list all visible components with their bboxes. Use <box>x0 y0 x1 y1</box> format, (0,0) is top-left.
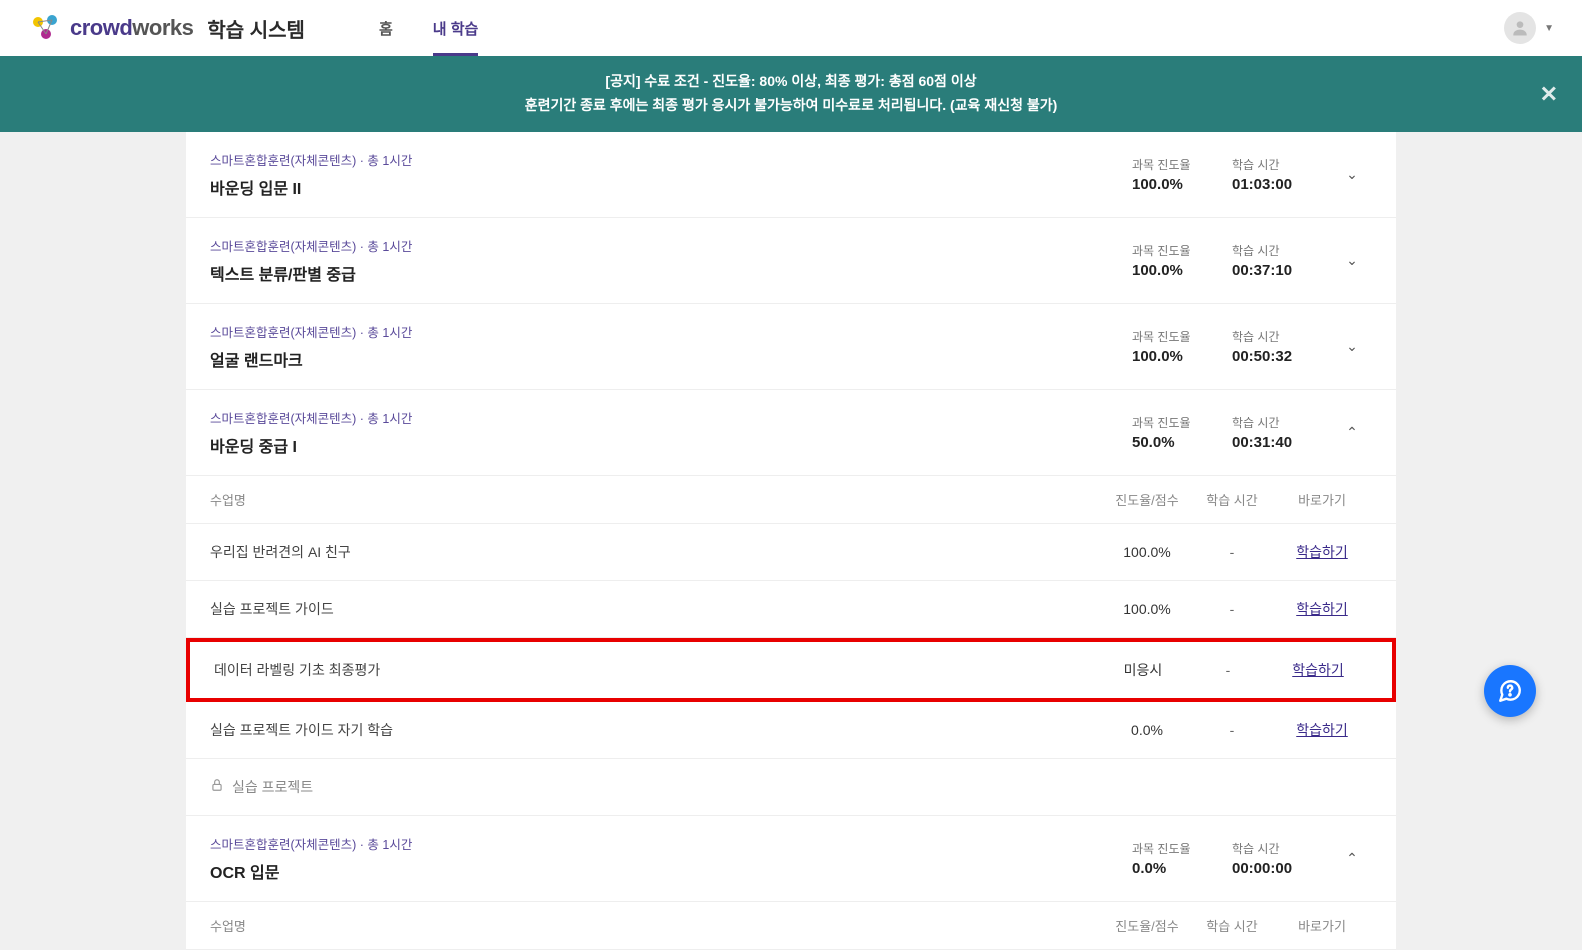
learn-link[interactable]: 학습하기 <box>1292 662 1344 678</box>
lesson-progress: 미응시 <box>1098 660 1188 680</box>
notice-banner: [공지] 수료 조건 - 진도율: 80% 이상, 최종 평가: 총점 60점 … <box>0 56 1582 132</box>
nav-home[interactable]: 홈 <box>379 0 393 56</box>
main-content: 스마트혼합훈련(자체콘텐츠) · 총 1시간 바운딩 입문 II 과목 진도율 1… <box>186 132 1396 950</box>
lesson-progress: 0.0% <box>1102 722 1192 738</box>
col-name: 수업명 <box>210 490 1102 509</box>
course-row[interactable]: 스마트혼합훈련(자체콘텐츠) · 총 1시간 바운딩 입문 II 과목 진도율 1… <box>186 132 1396 218</box>
col-link: 바로가기 <box>1272 490 1372 509</box>
lock-icon <box>210 778 224 795</box>
banner-line1: [공지] 수료 조건 - 진도율: 80% 이상, 최종 평가: 총점 60점 … <box>20 70 1562 94</box>
lesson-name: 실습 프로젝트 가이드 자기 학습 <box>210 720 1102 740</box>
course-row[interactable]: 스마트혼합훈련(자체콘텐츠) · 총 1시간 OCR 입문 과목 진도율0.0%… <box>186 816 1396 902</box>
course-row[interactable]: 스마트혼합훈련(자체콘텐츠) · 총 1시간 얼굴 랜드마크 과목 진도율100… <box>186 304 1396 390</box>
avatar-icon <box>1504 12 1536 44</box>
course-category: 스마트혼합훈련(자체콘텐츠) · 총 1시간 <box>210 150 1132 169</box>
progress-label: 과목 진도율 <box>1132 156 1202 173</box>
learn-link[interactable]: 학습하기 <box>1296 601 1348 617</box>
lesson-time: - <box>1192 601 1272 617</box>
col-progress: 진도율/점수 <box>1102 490 1192 509</box>
lesson-time: - <box>1188 662 1268 678</box>
sub-header: 수업명 진도율/점수 학습 시간 바로가기 <box>186 476 1396 524</box>
time-label: 학습 시간 <box>1232 156 1302 173</box>
learn-link[interactable]: 학습하기 <box>1296 544 1348 560</box>
course-title: 얼굴 랜드마크 <box>210 347 1132 371</box>
course-title: 바운딩 입문 II <box>210 175 1132 199</box>
lesson-progress: 100.0% <box>1102 544 1192 560</box>
course-title: 바운딩 중급 I <box>210 433 1132 457</box>
lesson-time: - <box>1192 722 1272 738</box>
lesson-row: 실습 프로젝트 가이드 자기 학습 0.0% - 학습하기 <box>186 702 1396 759</box>
chevron-up-icon[interactable]: ⌃ <box>1332 424 1372 441</box>
banner-line2: 훈련기간 종료 후에는 최종 평가 응시가 불가능하여 미수료로 처리됩니다. … <box>20 94 1562 118</box>
course-category: 스마트혼합훈련(자체콘텐츠) · 총 1시간 <box>210 408 1132 427</box>
lesson-row: 실습 프로젝트 가이드 100.0% - 학습하기 <box>186 581 1396 638</box>
locked-label: 실습 프로젝트 <box>232 777 313 797</box>
time-value: 01:03:00 <box>1232 176 1302 193</box>
chevron-down-icon[interactable]: ⌄ <box>1332 338 1372 355</box>
lesson-name: 데이터 라벨링 기초 최종평가 <box>214 660 1098 680</box>
learn-link[interactable]: 학습하기 <box>1296 722 1348 738</box>
course-title: 텍스트 분류/판별 중급 <box>210 261 1132 285</box>
course-row[interactable]: 스마트혼합훈련(자체콘텐츠) · 총 1시간 바운딩 중급 I 과목 진도율50… <box>186 390 1396 476</box>
course-category: 스마트혼합훈련(자체콘텐츠) · 총 1시간 <box>210 236 1132 255</box>
col-time: 학습 시간 <box>1192 490 1272 509</box>
caret-down-icon: ▼ <box>1544 23 1554 34</box>
user-menu[interactable]: ▼ <box>1504 12 1554 44</box>
lesson-name: 우리집 반려견의 AI 친구 <box>210 542 1102 562</box>
nav-my-learning[interactable]: 내 학습 <box>433 0 479 56</box>
brand-logo[interactable]: crowdworks 학습 시스템 <box>28 10 305 46</box>
course-category: 스마트혼합훈련(자체콘텐츠) · 총 1시간 <box>210 834 1132 853</box>
course-title: OCR 입문 <box>210 859 1132 883</box>
brand-suffix: 학습 시스템 <box>207 14 305 43</box>
course-category: 스마트혼합훈련(자체콘텐츠) · 총 1시간 <box>210 322 1132 341</box>
lesson-progress: 100.0% <box>1102 601 1192 617</box>
sub-header: 수업명 진도율/점수 학습 시간 바로가기 <box>186 902 1396 950</box>
lesson-name: 실습 프로젝트 가이드 <box>210 599 1102 619</box>
chevron-down-icon[interactable]: ⌄ <box>1332 252 1372 269</box>
top-nav: crowdworks 학습 시스템 홈 내 학습 ▼ <box>0 0 1582 56</box>
chevron-down-icon[interactable]: ⌄ <box>1332 166 1372 183</box>
logo-icon <box>28 10 64 46</box>
lesson-time: - <box>1192 544 1272 560</box>
nav-links: 홈 내 학습 <box>379 0 478 56</box>
lesson-row-highlighted: 데이터 라벨링 기초 최종평가 미응시 - 학습하기 <box>186 638 1396 702</box>
chevron-up-icon[interactable]: ⌃ <box>1332 850 1372 867</box>
help-button[interactable] <box>1484 665 1536 717</box>
progress-value: 100.0% <box>1132 176 1202 193</box>
lesson-row: 우리집 반려견의 AI 친구 100.0% - 학습하기 <box>186 524 1396 581</box>
banner-close-icon[interactable]: ✕ <box>1540 75 1558 112</box>
brand-name: crowdworks <box>70 15 193 41</box>
locked-project-row: 실습 프로젝트 <box>186 759 1396 816</box>
course-row[interactable]: 스마트혼합훈련(자체콘텐츠) · 총 1시간 텍스트 분류/판별 중급 과목 진… <box>186 218 1396 304</box>
